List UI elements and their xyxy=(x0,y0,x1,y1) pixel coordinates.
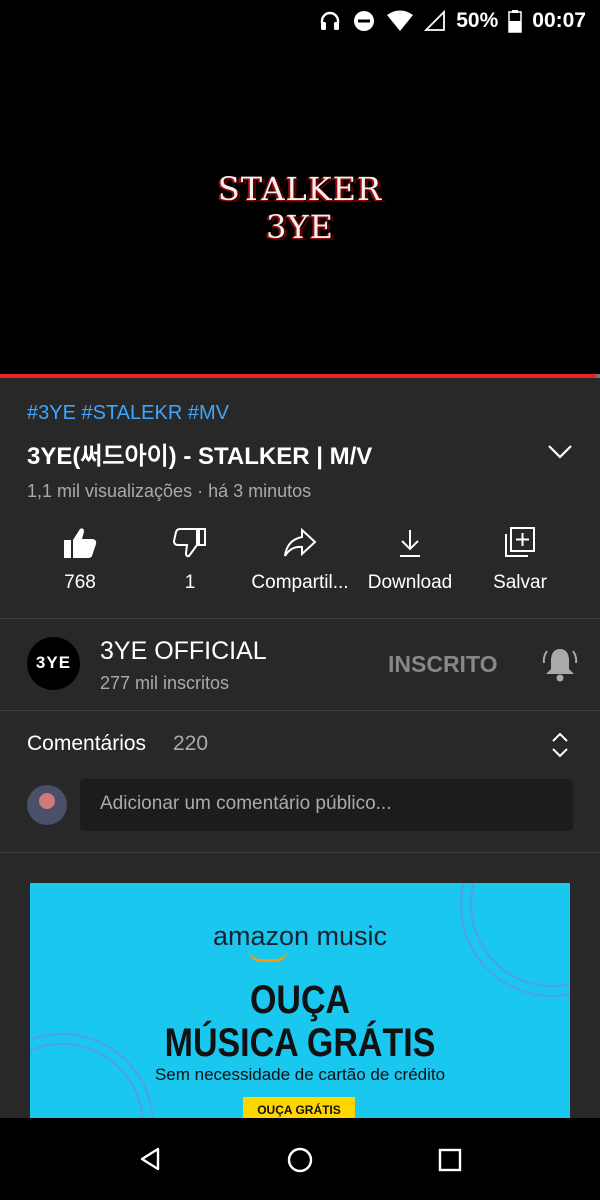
battery-percent: 50% xyxy=(456,9,499,32)
amazon-smile-icon xyxy=(248,949,288,962)
like-count: 768 xyxy=(64,572,96,593)
dislike-button[interactable]: 1 xyxy=(135,526,245,598)
user-avatar xyxy=(27,785,67,825)
ad-headline: OUÇA xyxy=(249,978,351,1022)
comment-input-placeholder: Adicionar um comentário público... xyxy=(100,793,392,814)
comments-header[interactable]: Comentários xyxy=(27,732,146,756)
subscribed-button[interactable]: INSCRITO xyxy=(388,651,497,678)
video-overlay-artist: 3YE xyxy=(266,208,334,246)
home-icon[interactable] xyxy=(286,1146,314,1174)
status-bar: 50% 00:07 xyxy=(0,0,600,42)
share-button[interactable]: Compartil... xyxy=(245,526,355,598)
download-icon xyxy=(400,530,420,557)
hashtags[interactable]: #3YE #STALEKR #MV xyxy=(27,402,229,425)
navigation-bar xyxy=(0,1118,600,1200)
video-overlay-title: STALKER xyxy=(217,170,383,208)
channel-avatar[interactable]: 3YE xyxy=(27,637,80,690)
cell-signal-icon xyxy=(424,10,446,31)
like-button[interactable]: 768 xyxy=(25,526,135,598)
video-title[interactable]: 3YE(써드아이) - STALKER | M/V xyxy=(27,436,372,471)
thumbs-down-icon xyxy=(172,528,206,558)
expand-collapse-icon[interactable] xyxy=(548,731,572,759)
video-progress-bar[interactable] xyxy=(0,374,596,378)
download-label: Download xyxy=(367,572,453,593)
headphones-icon xyxy=(321,11,340,30)
divider xyxy=(0,710,600,711)
share-label: Compartil... xyxy=(251,572,349,593)
battery-icon xyxy=(508,10,523,33)
wifi-icon xyxy=(387,10,414,31)
video-progress-remaining xyxy=(596,374,600,378)
ad-cta-button[interactable]: OUÇA GRÁTIS xyxy=(243,1097,355,1118)
save-icon xyxy=(505,527,535,557)
do-not-disturb-icon xyxy=(354,11,375,31)
channel-name[interactable]: 3YE OFFICIAL xyxy=(100,637,267,666)
channel-avatar-text: 3YE xyxy=(35,653,72,672)
clock: 00:07 xyxy=(532,9,586,32)
save-label: Salvar xyxy=(493,572,547,593)
bell-icon[interactable] xyxy=(542,645,578,683)
dislike-count: 1 xyxy=(184,572,196,593)
thumbs-up-icon xyxy=(64,528,97,558)
video-player[interactable]: STALKER 3YE xyxy=(0,42,600,374)
ad-banner[interactable]: amazon music OUÇA MÚSICA GRÁTIS Sem nece… xyxy=(30,883,570,1118)
divider xyxy=(0,852,600,853)
share-icon xyxy=(284,527,317,557)
recents-icon[interactable] xyxy=(438,1148,462,1172)
save-button[interactable]: Salvar xyxy=(465,526,575,598)
chevron-down-icon[interactable] xyxy=(546,440,574,462)
download-button[interactable]: Download xyxy=(355,526,465,598)
ad-brand: amazon music xyxy=(212,921,388,951)
comments-count: 220 xyxy=(173,732,209,755)
comment-input[interactable]: Adicionar um comentário público... xyxy=(80,779,573,831)
video-meta: 1,1 mil visualizações · há 3 minutos xyxy=(27,481,312,501)
ad-headline-2: MÚSICA GRÁTIS xyxy=(164,1021,436,1065)
back-icon[interactable] xyxy=(138,1146,162,1172)
ad-subtext: Sem necessidade de cartão de crédito xyxy=(154,1065,446,1084)
subscriber-count: 277 mil inscritos xyxy=(100,673,230,693)
divider xyxy=(0,618,600,619)
